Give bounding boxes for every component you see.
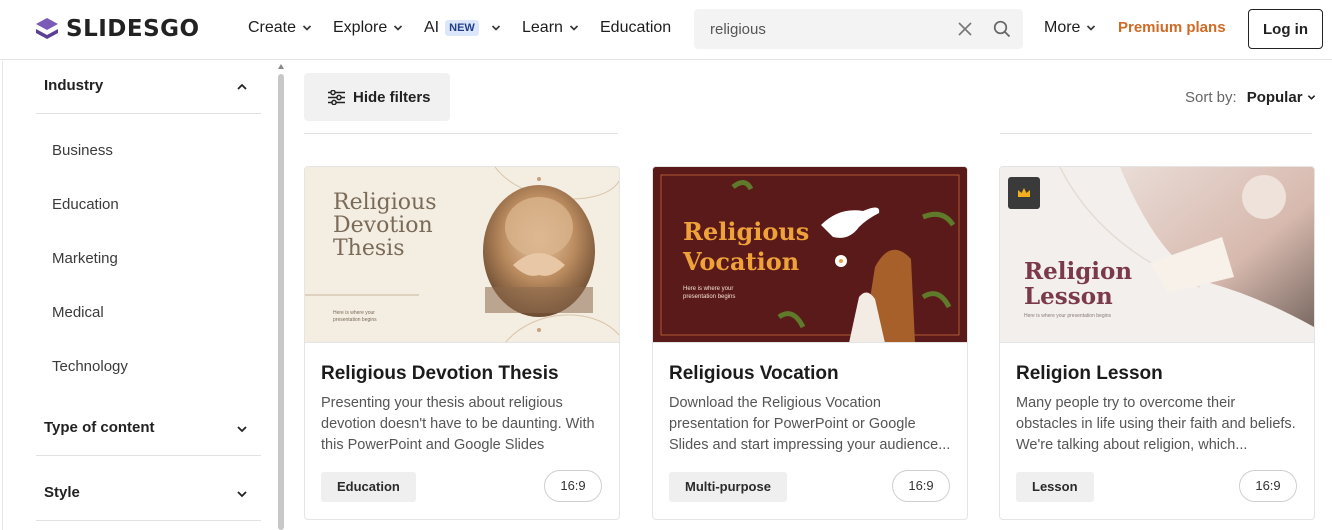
card-title[interactable]: Religious Devotion Thesis xyxy=(321,363,559,385)
divider xyxy=(36,455,261,456)
login-button[interactable]: Log in xyxy=(1248,9,1323,49)
close-icon[interactable] xyxy=(958,22,972,36)
filter-type-of-content-header[interactable]: Type of content xyxy=(44,419,155,436)
thumb-subtitle: Here is where your presentation begins xyxy=(333,310,377,323)
sort-label: Sort by: xyxy=(1185,89,1237,106)
card-title[interactable]: Religion Lesson xyxy=(1016,363,1163,385)
card-description: Presenting your thesis about religious d… xyxy=(321,395,595,453)
aspect-ratio-badge: 16:9 xyxy=(892,470,950,502)
nav-education[interactable]: Education xyxy=(600,19,671,37)
thumb-title: Religious Devotion Thesis xyxy=(333,190,437,261)
nav-create[interactable]: Create xyxy=(248,19,312,37)
card-thumbnail[interactable]: Religious Vocation Here is where your pr… xyxy=(653,167,967,343)
nav-more[interactable]: More xyxy=(1044,19,1096,37)
nav-ai[interactable]: AI NEW xyxy=(424,19,501,37)
nav-explore[interactable]: Explore xyxy=(333,19,403,37)
aspect-ratio-badge: 16:9 xyxy=(1239,470,1297,502)
sort-control[interactable]: Sort by: Popular xyxy=(1185,89,1316,106)
sidebar-scrollbar[interactable] xyxy=(278,74,284,530)
aspect-ratio-badge: 16:9 xyxy=(544,470,602,502)
thumb-subtitle: Here is where your presentation begins xyxy=(1024,313,1111,319)
category-tag[interactable]: Education xyxy=(321,472,416,502)
logo-icon xyxy=(36,18,58,39)
hide-filters-label: Hide filters xyxy=(353,88,431,106)
slidesgo-logo[interactable]: SLIDESGO xyxy=(35,16,200,42)
chevron-down-icon[interactable] xyxy=(236,423,248,435)
nav-create-label: Create xyxy=(248,19,297,36)
nav-learn[interactable]: Learn xyxy=(522,19,579,37)
template-card[interactable]: Religious Devotion Thesis Here is where … xyxy=(304,166,620,520)
template-card[interactable]: Religious Vocation Here is where your pr… xyxy=(652,166,968,520)
search-bar xyxy=(694,9,1023,49)
card-thumbnail[interactable]: Religious Devotion Thesis Here is where … xyxy=(305,167,619,343)
thumb-subtitle: Here is where your presentation begins xyxy=(683,286,736,300)
premium-crown-badge xyxy=(1008,177,1040,209)
search-input[interactable] xyxy=(710,9,940,49)
row-divider xyxy=(304,133,618,134)
filter-option-business[interactable]: Business xyxy=(52,142,113,159)
category-tag[interactable]: Lesson xyxy=(1016,472,1094,502)
card-title[interactable]: Religious Vocation xyxy=(669,363,839,385)
nav-ai-label: AI xyxy=(424,19,440,36)
filters-sidebar: Industry Business Education Marketing Me… xyxy=(0,61,290,530)
card-description: Download the Religious Vocation presenta… xyxy=(669,395,951,453)
brand-name: SLIDESGO xyxy=(66,16,200,42)
chevron-down-icon xyxy=(569,25,578,31)
chevron-down-icon xyxy=(1087,25,1096,31)
category-tag[interactable]: Multi-purpose xyxy=(669,472,787,502)
crown-icon xyxy=(1018,188,1030,197)
filter-option-technology[interactable]: Technology xyxy=(52,358,128,375)
chevron-up-icon[interactable] xyxy=(236,81,248,93)
card-description: Many people try to overcome their obstac… xyxy=(1016,395,1296,453)
chevron-down-icon xyxy=(491,25,500,31)
chevron-down-icon xyxy=(394,25,403,31)
filter-option-education[interactable]: Education xyxy=(52,196,119,213)
search-icon[interactable] xyxy=(993,20,1011,38)
hide-filters-button[interactable]: Hide filters xyxy=(304,73,450,121)
nav-education-label: Education xyxy=(600,19,672,36)
divider xyxy=(36,113,261,114)
nav-more-label: More xyxy=(1044,19,1081,36)
card-thumbnail[interactable]: Religion Lesson Here is where your prese… xyxy=(1000,167,1314,343)
thumb-title-line1: Religious xyxy=(683,217,810,246)
nav-explore-label: Explore xyxy=(333,19,388,36)
premium-plans-link[interactable]: Premium plans xyxy=(1118,19,1226,36)
nav-learn-label: Learn xyxy=(522,19,563,36)
sort-value: Popular xyxy=(1246,89,1303,106)
sliders-icon xyxy=(328,89,345,105)
filter-option-medical[interactable]: Medical xyxy=(52,304,104,321)
row-divider xyxy=(1000,133,1312,134)
chevron-down-icon[interactable] xyxy=(236,488,248,500)
template-card[interactable]: Religion Lesson Here is where your prese… xyxy=(999,166,1315,520)
divider xyxy=(36,520,261,521)
filter-option-marketing[interactable]: Marketing xyxy=(52,250,118,267)
thumb-title-line2: Vocation xyxy=(683,247,800,276)
thumb-title-line2: Lesson xyxy=(1024,283,1113,310)
top-header: SLIDESGO Create Explore AI NEW Learn Edu… xyxy=(0,0,1332,60)
new-badge: NEW xyxy=(445,20,479,36)
chevron-down-icon xyxy=(302,25,312,31)
filter-style-header[interactable]: Style xyxy=(44,484,80,501)
chevron-down-icon xyxy=(1307,95,1315,100)
thumb-title-line1: Religion xyxy=(1024,258,1133,285)
filter-industry-header[interactable]: Industry xyxy=(44,77,103,94)
scroll-up-arrow[interactable] xyxy=(278,64,284,69)
